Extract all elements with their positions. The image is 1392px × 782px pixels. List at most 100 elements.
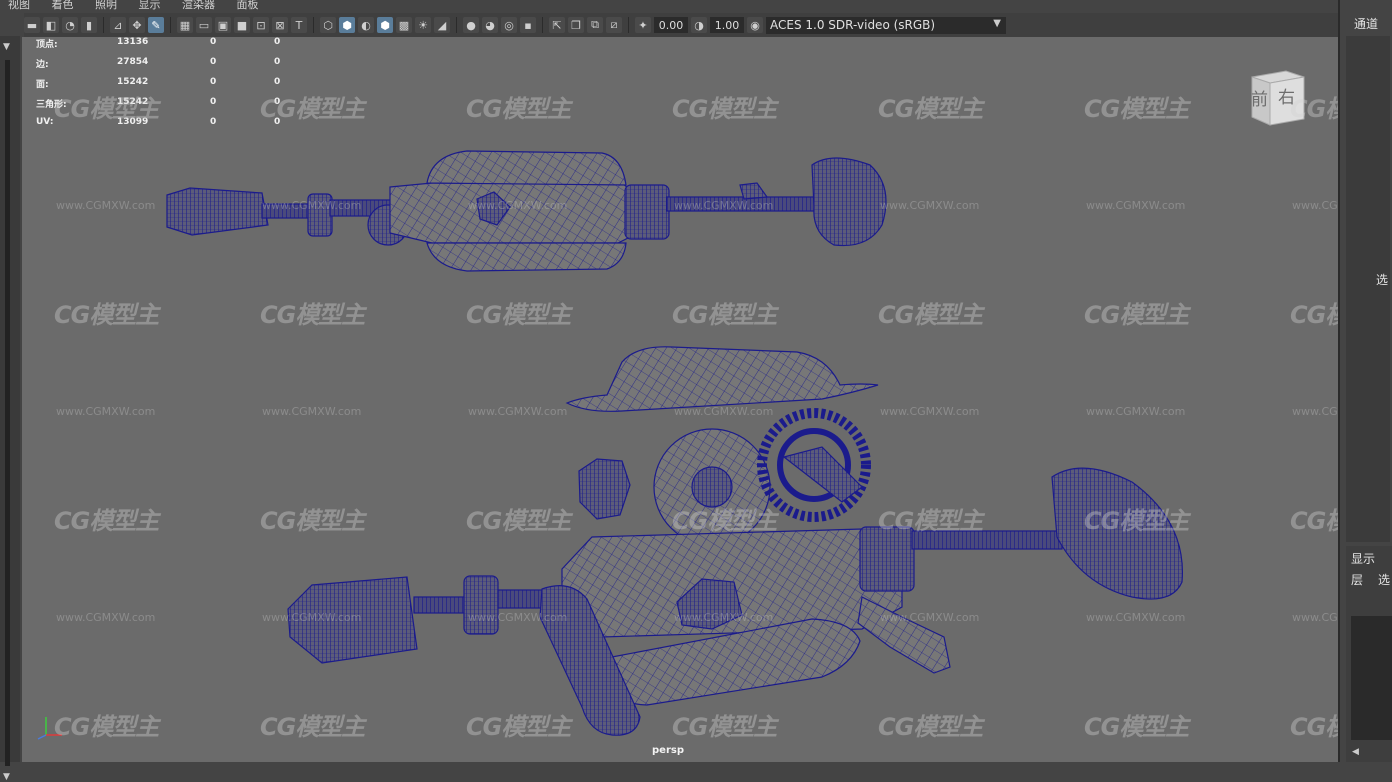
depth-of-field-icon[interactable]: ▪ bbox=[520, 17, 536, 33]
watermark-url: www.CGMXW.com bbox=[468, 199, 568, 212]
crank-arm bbox=[739, 182, 769, 200]
frame-housing bbox=[389, 182, 635, 244]
watermark-logo: CG模型主 bbox=[1290, 507, 1338, 535]
chevron-down-icon[interactable]: ▼ bbox=[3, 42, 10, 52]
watermark-url: www.CGMXW.com bbox=[468, 405, 568, 418]
hud-value: 13136 bbox=[117, 37, 149, 47]
rear-collar bbox=[624, 184, 670, 240]
options-menu[interactable]: 选 bbox=[1378, 571, 1390, 588]
channel-list bbox=[1346, 36, 1390, 542]
exposure-icon[interactable]: ✦ bbox=[635, 17, 651, 33]
camera-lock-icon[interactable]: ◧ bbox=[43, 17, 59, 33]
exposure-field[interactable]: 0.00 bbox=[654, 17, 688, 33]
scrollbar-track[interactable] bbox=[5, 60, 10, 766]
xray-components-icon[interactable]: ⧄ bbox=[606, 17, 622, 33]
watermark-url: www.CGMXW.com bbox=[880, 405, 980, 418]
camera-name-label: persp bbox=[652, 745, 684, 756]
3d-viewport[interactable]: 顶点: 13136 0 0 边: 27854 0 0 面: 15242 0 0 … bbox=[22, 37, 1338, 762]
gamma-icon[interactable]: ◑ bbox=[691, 17, 707, 33]
color-management-icon[interactable]: ◉ bbox=[747, 17, 763, 33]
shadows-icon[interactable]: ◢ bbox=[434, 17, 450, 33]
textured-icon[interactable]: ▩ bbox=[396, 17, 412, 33]
hud-value: 0 bbox=[210, 57, 217, 67]
watermark-url: www.CGMXW.com bbox=[1292, 405, 1338, 418]
color-space-dropdown[interactable]: ACES 1.0 SDR-video (sRGB) ▼ bbox=[766, 16, 1006, 34]
watermark-url: www.CGMXW.com bbox=[56, 611, 156, 624]
menu-lighting[interactable]: 照明 bbox=[95, 0, 117, 10]
crank-arm-exploded bbox=[857, 596, 951, 674]
film-gate-icon[interactable]: ▭ bbox=[196, 17, 212, 33]
handle bbox=[811, 157, 887, 247]
watermark-url: www.CGMXW.com bbox=[56, 199, 156, 212]
wireframe-icon[interactable]: ⬡ bbox=[320, 17, 336, 33]
gamma-field[interactable]: 1.00 bbox=[710, 17, 744, 33]
image-plane-icon[interactable]: ⊿ bbox=[110, 17, 126, 33]
hud-value: 0 bbox=[210, 37, 217, 47]
hud-value: 15242 bbox=[117, 77, 149, 87]
watermark-logo: CG模型主 bbox=[54, 713, 159, 741]
camera-attributes-icon[interactable]: ◔ bbox=[62, 17, 78, 33]
gate-mask-icon[interactable]: ■ bbox=[234, 17, 250, 33]
menu-view[interactable]: 视图 bbox=[8, 0, 30, 10]
menu-renderer[interactable]: 渲染器 bbox=[182, 0, 215, 10]
camera-icon[interactable]: ▬ bbox=[24, 17, 40, 33]
hud-label: UV: bbox=[36, 117, 54, 127]
chevron-down-icon[interactable]: ▼ bbox=[3, 772, 10, 782]
lights-icon[interactable]: ☀ bbox=[415, 17, 431, 33]
watermark-url: www.CGMXW.com bbox=[674, 405, 774, 418]
toolbar-separator bbox=[628, 17, 629, 33]
isolate-select-icon[interactable]: ⇱ bbox=[549, 17, 565, 33]
watermark-url: www.CGMXW.com bbox=[674, 199, 774, 212]
hud-value: 0 bbox=[274, 57, 281, 67]
bookmark-icon[interactable]: ▮ bbox=[81, 17, 97, 33]
resolution-gate-icon[interactable]: ▣ bbox=[215, 17, 231, 33]
watermark-logo: CG模型主 bbox=[466, 713, 571, 741]
anti-aliasing-icon[interactable]: ◎ bbox=[501, 17, 517, 33]
watermark-logo: CG模型主 bbox=[672, 95, 777, 123]
default-material-icon[interactable]: ◐ bbox=[358, 17, 374, 33]
tab-channels[interactable]: 通道 bbox=[1354, 15, 1378, 32]
watermark-url: www.CGMXW.com bbox=[1086, 405, 1186, 418]
chevron-left-icon[interactable]: ◀ bbox=[1352, 747, 1359, 757]
select-label: 选 bbox=[1376, 273, 1389, 287]
hud-label: 边: bbox=[36, 60, 49, 70]
left-scrollbar[interactable]: ▼ ▼ bbox=[0, 36, 20, 782]
field-chart-icon[interactable]: ⊡ bbox=[253, 17, 269, 33]
watermark-url: www.CGMXW.com bbox=[1292, 611, 1338, 624]
tab-display[interactable]: 显示 bbox=[1351, 550, 1375, 567]
wireframe-on-shaded-icon[interactable]: ⬢ bbox=[377, 17, 393, 33]
motion-blur-icon[interactable]: ◕ bbox=[482, 17, 498, 33]
menu-shading[interactable]: 着色 bbox=[52, 0, 74, 10]
channel-box-panel: 通道 选 显示 层 选 ◀ bbox=[1340, 0, 1392, 762]
hud-label: 面: bbox=[36, 80, 49, 90]
hud-row-vertices: 顶点: 13136 0 0 bbox=[36, 37, 296, 57]
safe-title-icon[interactable]: T bbox=[291, 17, 307, 33]
menu-show[interactable]: 显示 bbox=[139, 0, 161, 10]
hud-value: 0 bbox=[210, 117, 217, 127]
grid-icon[interactable]: ▦ bbox=[177, 17, 193, 33]
watermark-logo: CG模型主 bbox=[878, 301, 983, 329]
chevron-down-icon: ▼ bbox=[993, 17, 1001, 29]
watermark-logo: CG模型主 bbox=[1084, 95, 1189, 123]
watermark-url: www.CGMXW.com bbox=[674, 611, 774, 624]
watermark-logo: CG模型主 bbox=[466, 301, 571, 329]
xray-icon[interactable]: ❐ bbox=[568, 17, 584, 33]
chuck bbox=[166, 187, 269, 236]
hand-drill-model-wireframe bbox=[166, 150, 1184, 736]
watermark-logo: CG模型主 bbox=[466, 507, 571, 535]
grease-pencil-icon[interactable]: ✎ bbox=[148, 17, 164, 33]
menu-panels[interactable]: 面板 bbox=[237, 0, 259, 10]
safe-action-icon[interactable]: ⊠ bbox=[272, 17, 288, 33]
xray-joints-icon[interactable]: ⧉ bbox=[587, 17, 603, 33]
view-cube-front[interactable]: 前 bbox=[1251, 85, 1268, 110]
smooth-shade-icon[interactable]: ⬢ bbox=[339, 17, 355, 33]
viewport-menu-bar: 视图 着色 照明 显示 渲染器 面板 bbox=[0, 0, 1340, 12]
watermark-url: www.CGMXW.com bbox=[262, 199, 362, 212]
two-d-pan-icon[interactable]: ✥ bbox=[129, 17, 145, 33]
screen-space-ao-icon[interactable]: ● bbox=[463, 17, 479, 33]
layers-menu[interactable]: 层 bbox=[1351, 571, 1363, 588]
watermark-logo: CG模型主 bbox=[1290, 713, 1338, 741]
watermark-logo: CG模型主 bbox=[672, 507, 777, 535]
watermark-logo: CG模型主 bbox=[54, 95, 159, 123]
layer-list[interactable] bbox=[1351, 616, 1392, 740]
